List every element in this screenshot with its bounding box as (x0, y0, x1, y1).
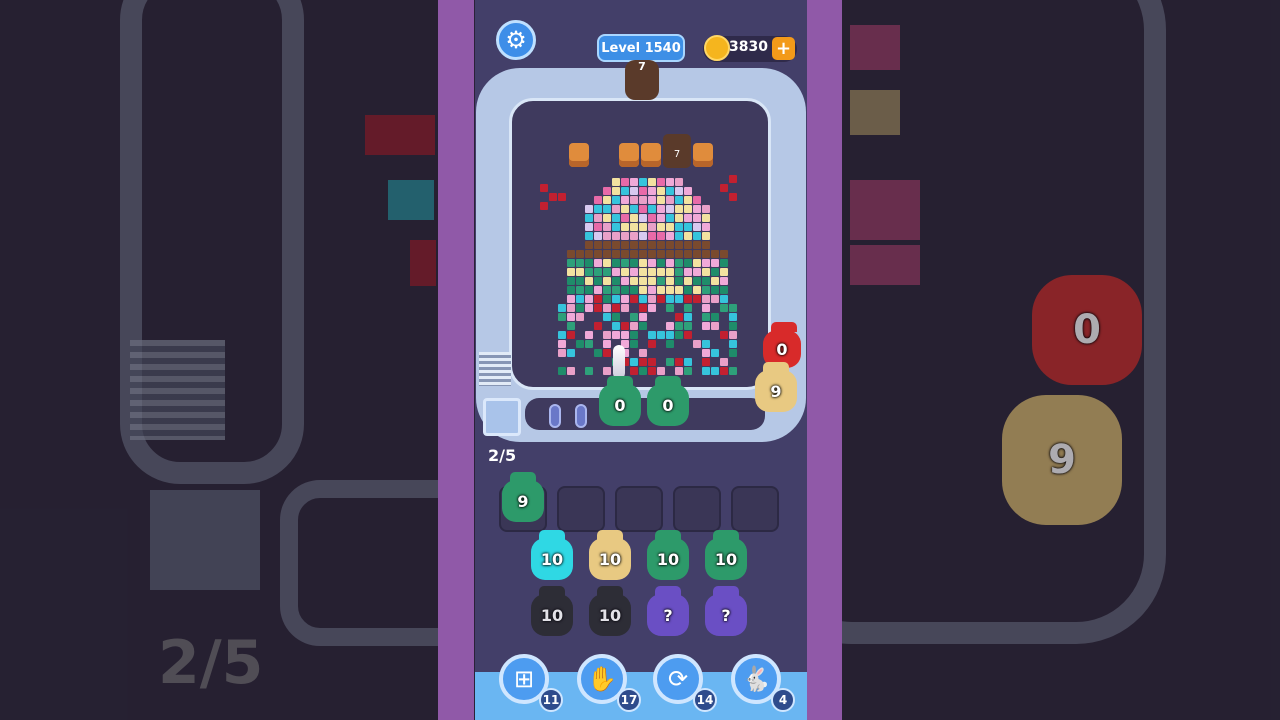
level-indicator: Level 1540 (597, 34, 685, 62)
holding-slot[interactable] (673, 486, 721, 532)
holding-slot[interactable] (731, 486, 779, 532)
conveyor-progress: 2/5 (488, 446, 517, 465)
hand-icon: ✋ (587, 665, 617, 693)
add-box-icon: ⊞ (513, 665, 535, 693)
backdrop-left: 2/5 (0, 0, 438, 720)
holding-slot[interactable] (615, 486, 663, 532)
conveyor-creature[interactable]: 9 (755, 362, 797, 412)
conveyor-creature[interactable]: 0 (599, 376, 641, 426)
queue-creature-locked: 10 (589, 586, 631, 636)
queued-pill (549, 404, 561, 428)
plus-icon: + (775, 38, 792, 59)
rabbit-icon: 🐇 (741, 665, 771, 693)
booster-count: 17 (617, 688, 641, 712)
settings-button[interactable]: ⚙ (496, 20, 536, 60)
coin-balance: 3830 (729, 39, 768, 55)
pixel-art (540, 130, 740, 375)
feed-box[interactable] (483, 398, 521, 436)
mystery-creature: ? (647, 586, 689, 636)
queued-pill (575, 404, 587, 428)
projectile (613, 345, 625, 379)
holding-slot[interactable] (557, 486, 605, 532)
frame-right-border (806, 0, 842, 720)
frame-left-border (438, 0, 474, 720)
queue-creature[interactable]: 10 (647, 530, 689, 580)
backdrop-right: 0 9 (842, 0, 1280, 720)
gear-icon: ⚙ (505, 26, 527, 54)
block-stack (479, 352, 511, 386)
coin-icon (704, 35, 730, 61)
queue-creature-locked: 10 (531, 586, 573, 636)
conveyor-lower-lane (525, 398, 765, 430)
refresh-icon: ⟳ (667, 665, 689, 693)
booster-count: 11 (539, 688, 563, 712)
booster-count: 14 (693, 688, 717, 712)
booster-count: 4 (771, 688, 795, 712)
conveyor-creature[interactable]: 0 (647, 376, 689, 426)
held-creature[interactable]: 9 (502, 472, 544, 522)
queue-creature[interactable]: 10 (589, 530, 631, 580)
game-screen: ⚙ Level 1540 3830 + 7 7 0 0 0 9 2/5 9 10… (475, 0, 807, 720)
queue-creature[interactable]: 10 (531, 530, 573, 580)
queue-creature[interactable]: 10 (705, 530, 747, 580)
add-coins-button[interactable]: + (772, 37, 795, 60)
top-dark-block: 7 (625, 60, 659, 100)
mystery-creature: ? (705, 586, 747, 636)
